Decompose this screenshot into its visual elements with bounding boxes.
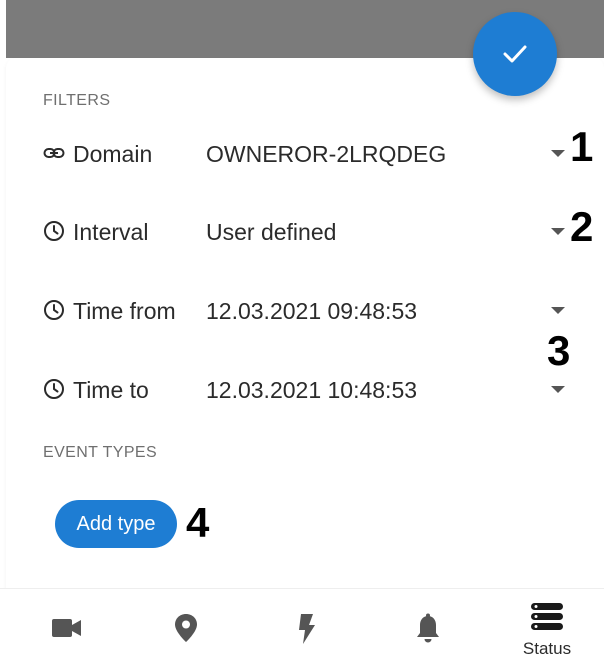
bottom-navigation: Status xyxy=(0,588,604,658)
interval-dropdown-caret-icon[interactable] xyxy=(551,228,565,235)
callout-number: 1 xyxy=(570,123,594,170)
interval-filter-row[interactable]: Interval User defined xyxy=(0,216,604,256)
time-from-label: Time from xyxy=(73,298,176,324)
interval-value: User defined xyxy=(206,219,337,245)
domain-filter-row[interactable]: Domain OWNEROR-2LRQDEG xyxy=(0,138,604,178)
interval-label: Interval xyxy=(73,219,149,245)
lightning-icon xyxy=(299,614,315,644)
domain-label: Domain xyxy=(73,141,153,167)
time-from-dropdown-caret-icon[interactable] xyxy=(551,307,565,314)
clock-icon xyxy=(44,300,64,320)
link-icon xyxy=(43,148,65,158)
clock-icon xyxy=(44,379,64,399)
time-to-label: Time to xyxy=(73,377,149,403)
time-from-value: 12.03.2021 09:48:53 xyxy=(206,298,418,324)
time-to-dropdown-caret-icon[interactable] xyxy=(551,386,565,393)
apply-filters-button[interactable] xyxy=(473,12,557,96)
time-to-filter-row[interactable]: Time to 12.03.2021 10:48:53 xyxy=(0,374,604,414)
bell-icon xyxy=(417,613,439,643)
nav-item-cameras[interactable] xyxy=(26,589,106,658)
nav-item-map[interactable] xyxy=(146,589,226,658)
server-stack-icon xyxy=(531,603,563,630)
location-pin-icon xyxy=(175,614,197,642)
add-type-button[interactable]: Add type xyxy=(55,500,177,548)
domain-dropdown-caret-icon[interactable] xyxy=(551,150,565,157)
event-types-heading: EVENT TYPES xyxy=(43,444,158,461)
callout-number: 4 xyxy=(186,499,210,546)
time-to-value: 12.03.2021 10:48:53 xyxy=(206,377,418,403)
nav-item-notifications[interactable] xyxy=(387,589,467,658)
time-from-filter-row[interactable]: Time from 12.03.2021 09:48:53 xyxy=(0,295,604,335)
domain-value: OWNEROR-2LRQDEG xyxy=(206,141,447,167)
nav-item-status[interactable]: Status xyxy=(507,589,587,658)
callout-number: 3 xyxy=(547,327,571,374)
callout-number: 2 xyxy=(570,203,594,250)
nav-item-events[interactable] xyxy=(267,589,347,658)
clock-icon xyxy=(44,221,64,241)
camera-icon xyxy=(52,619,81,637)
checkmark-icon xyxy=(503,45,527,63)
filters-heading: FILTERS xyxy=(43,92,111,109)
nav-status-label: Status xyxy=(522,639,572,658)
